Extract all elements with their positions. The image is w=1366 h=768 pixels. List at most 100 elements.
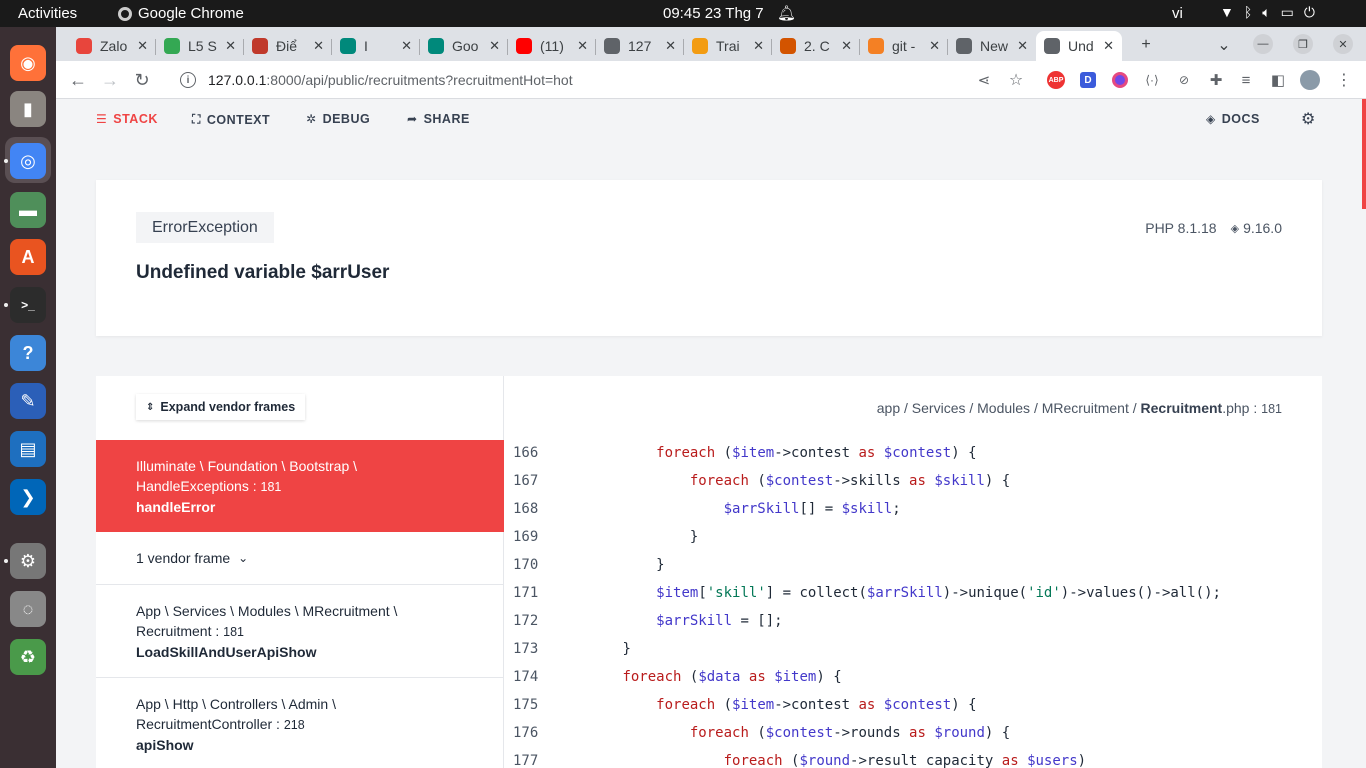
reading-list-icon[interactable]: ≡ [1236,70,1256,90]
code-line[interactable]: 175 foreach ($item->contest as $contest) … [505,691,1322,719]
clock[interactable]: 09:45 23 Thg 7 [663,5,764,22]
browser-tab[interactable]: 2. C ✕ [772,31,860,61]
code-line[interactable]: 169} [505,523,1322,551]
code-line-source: foreach ($round->result_capacity as $use… [723,753,1087,768]
code-line[interactable]: 176 foreach ($contest->rounds as $round) … [505,719,1322,747]
tab-close-icon[interactable]: ✕ [489,38,500,54]
tab-close-icon[interactable]: ✕ [753,38,764,54]
dock-text-editor-icon[interactable]: ▮ [10,91,46,127]
nav-share[interactable]: ➦ SHARE [407,112,470,126]
code-line[interactable]: 170} [505,551,1322,579]
stack-frame-active[interactable]: Illuminate \ Foundation \ Bootstrap \ Ha… [96,440,504,532]
dock-disk-icon[interactable]: ◌ [10,591,46,627]
tab-close-icon[interactable]: ✕ [841,38,852,54]
laravel-icon: ◈ [1230,222,1240,235]
browser-tab[interactable]: 127 ✕ [596,31,684,61]
code-line-number: 168 [513,501,539,517]
tab-close-icon[interactable]: ✕ [665,38,676,54]
share-icon[interactable]: ⋖ [974,70,994,90]
code-line-number: 173 [513,641,539,657]
compass-icon[interactable]: ⊘ [1174,70,1194,90]
nav-debug[interactable]: ✲ DEBUG [306,112,370,126]
code-line[interactable]: 174 foreach ($data as $item) { [505,663,1322,691]
profile-avatar[interactable] [1300,70,1320,90]
reload-icon[interactable]: ↻ [130,68,154,92]
exception-class[interactable]: ErrorException [136,212,274,243]
dock-settings-icon[interactable]: ⚙ [10,543,46,579]
expand-vendor-frames-button[interactable]: ⇕ Expand vendor frames [136,394,306,420]
code-line[interactable]: 172 $arrSkill = []; [505,607,1322,635]
keyboard-language[interactable]: vi [1172,5,1183,22]
browser-tab[interactable]: L5 S ✕ [156,31,244,61]
dock-vscode-icon[interactable]: ❯ [10,479,46,515]
code-line[interactable]: 173} [505,635,1322,663]
stack-frame[interactable]: App \ Services \ Modules \ MRecruitment … [96,585,504,678]
chrome-menu-icon[interactable]: ⋮ [1334,70,1354,90]
nav-context[interactable]: ⛶ CONTEXT [192,112,270,127]
dock-libreoffice-icon[interactable]: ▤ [10,431,46,467]
browser-tab[interactable]: New ✕ [948,31,1036,61]
browser-toolbar: ← → ↻ i 127.0.0.1:8000/api/public/recrui… [56,61,1366,99]
system-tray[interactable]: ▼ ᛒ 🔈︎ ▭ ⏻ [1220,4,1315,21]
close-window-button[interactable]: ✕ [1333,34,1353,54]
code-line[interactable]: 177 foreach ($round->result_capacity as $… [505,747,1322,768]
file-path[interactable]: app / Services / Modules / MRecruitment … [877,400,1282,416]
frame-class-name: HandleExceptions [136,478,249,494]
browser-tab[interactable]: Trai ✕ [684,31,772,61]
activities-button[interactable]: Activities [18,5,77,22]
browser-tab[interactable]: Goo ✕ [420,31,508,61]
dock-help-icon[interactable]: ? [10,335,46,371]
tab-close-icon[interactable]: ✕ [1017,38,1028,54]
tab-close-icon[interactable]: ✕ [225,38,236,54]
tab-title: 127 [628,38,652,54]
dock-trash-icon[interactable]: ♻ [10,639,46,675]
tab-close-icon[interactable]: ✕ [401,38,412,54]
maximize-button[interactable]: ❐ [1293,34,1313,54]
browser-tab[interactable]: git - ✕ [860,31,948,61]
color-picker-icon[interactable] [1110,70,1130,90]
settings-gear-icon[interactable]: ⚙ [1301,109,1316,129]
dock-app-center-icon[interactable]: A [10,239,46,275]
code-line-number: 177 [513,753,539,768]
tab-close-icon[interactable]: ✕ [1103,38,1114,54]
nav-docs[interactable]: ◈ DOCS [1206,112,1260,126]
browser-tab[interactable]: Zalo ✕ [68,31,156,61]
dashlane-icon[interactable]: D [1078,70,1098,90]
browser-tab[interactable]: Điể ✕ [244,31,332,61]
dock-files-icon[interactable]: ▬ [10,192,46,228]
extension-code-icon[interactable]: ⟨·⟩ [1142,70,1162,90]
browser-tab[interactable]: Und ✕ [1036,31,1122,61]
site-info-icon[interactable]: i [180,72,196,88]
notification-bell-icon[interactable]: 🔔︎ [777,4,796,22]
browser-tab[interactable]: I ✕ [332,31,420,61]
tab-close-icon[interactable]: ✕ [313,38,324,54]
frame-list: ⇕ Expand vendor frames Illuminate \ Foun… [96,376,504,768]
code-line[interactable]: 167 foreach ($contest->skills as $skill) … [505,467,1322,495]
dock-firefox-icon[interactable]: ◉ [10,45,46,81]
adblock-icon[interactable]: ABP [1046,70,1066,90]
extensions-puzzle-icon[interactable]: ✚ [1206,70,1226,90]
browser-tab[interactable]: (11) ✕ [508,31,596,61]
vendor-frames-toggle[interactable]: 1 vendor frame ⌄ [96,532,504,585]
tab-favicon-icon [76,38,92,54]
dock-chrome-icon[interactable]: ◎ [10,143,46,179]
nav-debug-label: DEBUG [322,112,371,126]
tab-search-icon[interactable]: ⌄ [1212,33,1236,57]
forward-icon[interactable]: → [98,68,122,92]
side-panel-icon[interactable]: ◧ [1268,70,1288,90]
minimize-button[interactable]: — [1253,34,1273,54]
app-menu[interactable]: Google Chrome [118,5,244,22]
tab-close-icon[interactable]: ✕ [137,38,148,54]
code-line[interactable]: 166 foreach ($item->contest as $contest) … [505,439,1322,467]
bookmark-star-icon[interactable]: ☆ [1006,70,1026,90]
tab-close-icon[interactable]: ✕ [929,38,940,54]
stack-frame[interactable]: App \ Http \ Controllers \ Admin \ Recru… [96,678,504,768]
dock-notes-icon[interactable]: ✎ [10,383,46,419]
tab-close-icon[interactable]: ✕ [577,38,588,54]
dock-terminal-icon[interactable]: >_ [10,287,46,323]
code-line[interactable]: 171 $item['skill'] = collect($arrSkill)->… [505,579,1322,607]
code-line[interactable]: 168 $arrSkill[] = $skill; [505,495,1322,523]
new-tab-button[interactable]: + [1134,33,1158,57]
nav-stack[interactable]: ☰ STACK [96,112,158,126]
back-icon[interactable]: ← [66,68,90,92]
